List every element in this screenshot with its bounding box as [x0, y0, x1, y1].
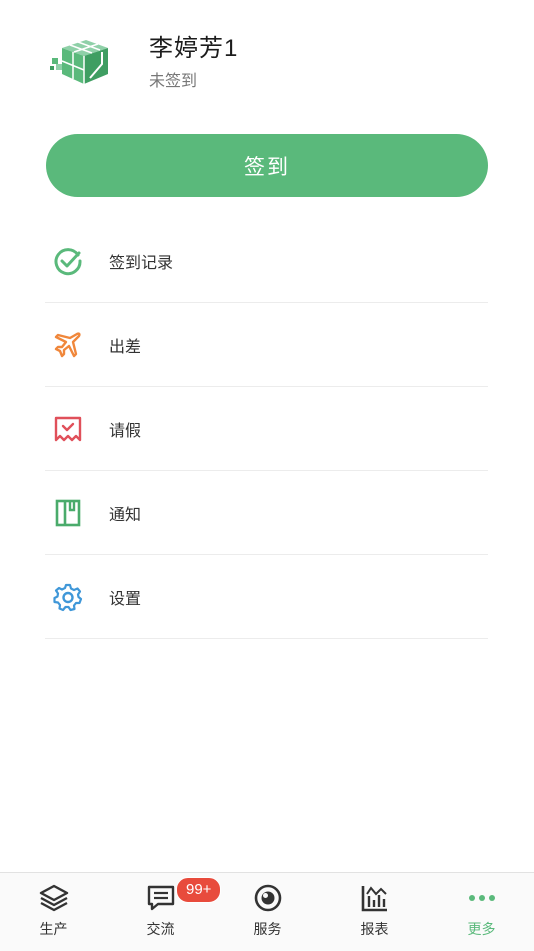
check-circle-icon	[54, 248, 82, 276]
menu-item-leave-request[interactable]: 请假	[45, 387, 488, 471]
unread-badge: 99+	[176, 877, 222, 903]
tab-label: 报表	[360, 921, 389, 937]
airplane-icon	[54, 332, 81, 358]
bottom-tab-bar: 生产 交流 服务 报表 更多 99+	[0, 872, 534, 951]
receipt-icon	[54, 416, 82, 442]
menu-list: 签到记录 出差 请假 通知 设置	[45, 219, 488, 639]
tab-label: 更多	[467, 921, 496, 937]
app-logo-icon	[50, 40, 108, 84]
user-name: 李婷芳1	[149, 35, 239, 62]
menu-item-business-trip[interactable]: 出差	[45, 303, 488, 387]
tab-service[interactable]: 服务	[214, 873, 321, 951]
bookmark-icon	[55, 499, 81, 527]
tab-label: 生产	[39, 921, 68, 937]
tab-label: 交流	[146, 921, 175, 937]
menu-item-settings[interactable]: 设置	[45, 555, 488, 639]
checkin-button[interactable]: 签到	[46, 134, 488, 197]
menu-item-label: 设置	[109, 590, 142, 608]
menu-item-label: 出差	[109, 338, 142, 356]
checkin-status: 未签到	[149, 73, 198, 90]
gear-icon	[53, 583, 83, 612]
menu-item-notice[interactable]: 通知	[45, 471, 488, 555]
tab-production[interactable]: 生产	[0, 873, 107, 951]
menu-item-label: 通知	[109, 506, 142, 524]
message-icon	[147, 885, 174, 911]
chart-icon	[361, 886, 387, 912]
tab-more[interactable]: 更多	[428, 873, 534, 951]
layers-icon	[39, 884, 68, 912]
profile-header: 李婷芳1 未签到	[0, 0, 534, 120]
tab-label: 服务	[253, 921, 282, 937]
more-icon	[468, 895, 495, 901]
tab-reports[interactable]: 报表	[321, 873, 428, 951]
menu-item-checkin-records[interactable]: 签到记录	[45, 219, 488, 303]
menu-item-label: 签到记录	[109, 254, 174, 272]
menu-item-label: 请假	[109, 422, 142, 440]
service-icon	[254, 884, 281, 912]
